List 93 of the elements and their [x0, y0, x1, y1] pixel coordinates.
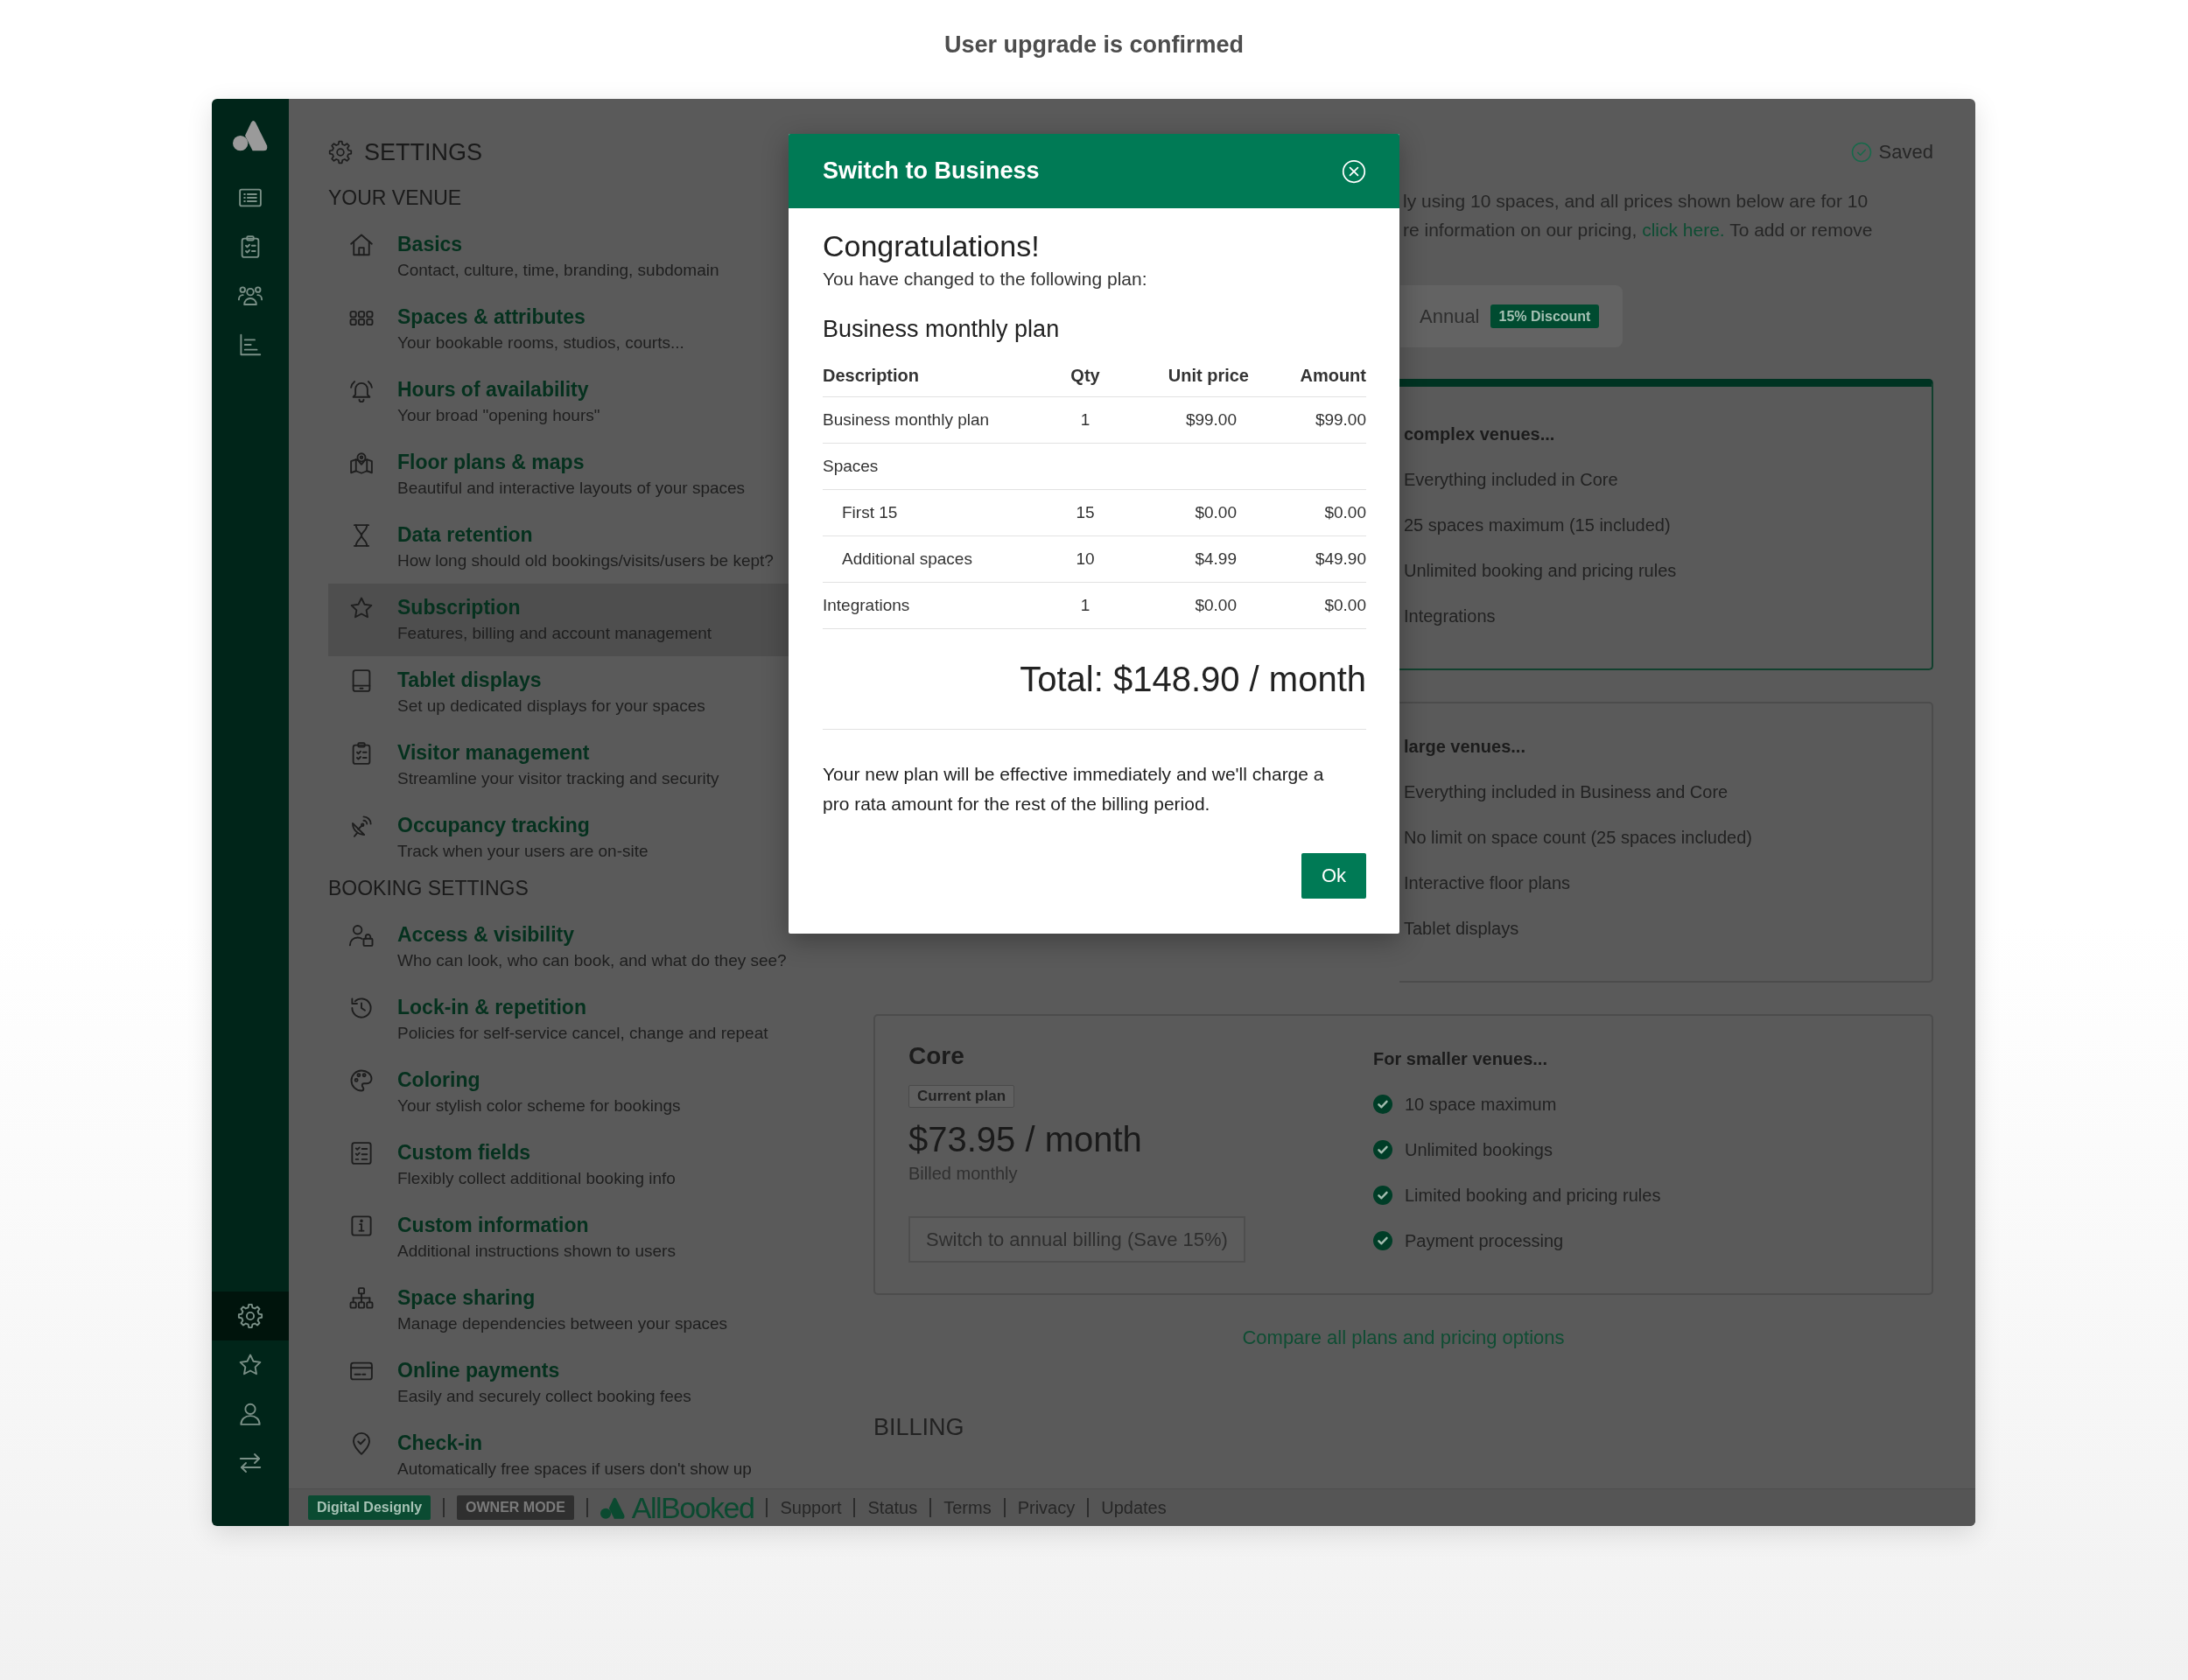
- table-cell: $0.00: [1324, 596, 1366, 615]
- table-cell: 15: [1076, 503, 1095, 522]
- settings-menu-item[interactable]: Lock-in & repetition Policies for self-service cancel, change and repeat: [328, 984, 789, 1056]
- check-icon: [1373, 1186, 1392, 1205]
- feature-text: Everything included in Business and Core: [1404, 781, 1729, 802]
- table-cell: $49.90: [1315, 550, 1366, 569]
- feature-text: Integrations: [1404, 606, 1496, 626]
- logo-icon: [600, 1495, 625, 1520]
- mode-badge: OWNER MODE: [457, 1495, 574, 1520]
- settings-menu-item[interactable]: Data retention How long should old bookings/visits/users be kept?: [328, 511, 789, 584]
- table-cell: Spaces: [823, 457, 879, 476]
- user-lock-icon: [348, 922, 375, 948]
- section-heading: BOOKING SETTINGS: [328, 876, 529, 900]
- section-heading: BILLING: [873, 1413, 964, 1441]
- info-icon: [348, 1213, 375, 1239]
- settings-menu-item[interactable]: Access & visibility Who can look, who can book, and what do they see?: [328, 911, 789, 984]
- close-button[interactable]: [1342, 158, 1366, 184]
- settings-menu-item[interactable]: Custom fields Flexibly collect additional booking info: [328, 1129, 789, 1201]
- hierarchy-icon: [348, 1285, 375, 1312]
- current-plan-badge: Current plan: [908, 1085, 1015, 1108]
- settings-menu-item[interactable]: Basics Contact, culture, time, branding, subdomain: [328, 220, 789, 293]
- column-header: Amount: [1300, 365, 1366, 386]
- feature-text: Interactive floor plans: [1404, 872, 1571, 893]
- plan-name: Business monthly plan: [823, 316, 1060, 342]
- user-icon: [237, 1401, 263, 1427]
- discount-badge: 15% Discount: [1490, 304, 1600, 328]
- plan-price: $73.95 / month: [908, 1120, 1142, 1158]
- feature-text: Unlimited booking and pricing rules: [1404, 560, 1677, 581]
- table-cell: 1: [1080, 410, 1090, 430]
- ok-button[interactable]: Ok: [1301, 853, 1366, 899]
- column-header: Qty: [1070, 365, 1100, 386]
- modal-message: Your new plan will be effective immediately and we'll charge a pro rata amount for the rest of the billing period.: [823, 763, 1325, 816]
- settings-menu-item[interactable]: Occupancy tracking Track when your users are on-site: [328, 802, 789, 874]
- feature-text: Payment processing: [1405, 1230, 1564, 1251]
- plan-tagline: complex venues...: [1404, 424, 1555, 445]
- check-icon: [1373, 1095, 1392, 1114]
- pricing-link[interactable]: click here.: [1642, 220, 1725, 240]
- feature-text: 10 space maximum: [1405, 1094, 1557, 1115]
- column-header: Description: [823, 365, 920, 386]
- settings-menu-item[interactable]: Custom information Additional instructions shown to users: [328, 1201, 789, 1274]
- settings-menu-item[interactable]: Visitor management Streamline your visitor tracking and security: [328, 729, 789, 802]
- workspace-badge: Digital Designly: [308, 1495, 431, 1520]
- settings-menu-item[interactable]: Coloring Your stylish color scheme for bookings: [328, 1056, 789, 1129]
- table-cell: $4.99: [1195, 550, 1237, 569]
- settings-heading: SETTINGS: [364, 138, 482, 166]
- bar-chart-icon: [237, 332, 263, 358]
- brand-name: AllBooked: [631, 1491, 754, 1524]
- feature-text: Unlimited bookings: [1405, 1139, 1553, 1160]
- house-icon: [348, 232, 375, 258]
- check-circle-icon: [1850, 142, 1872, 163]
- checklist-icon: [348, 1140, 375, 1166]
- table-cell: 10: [1076, 550, 1095, 569]
- section-heading: YOUR VENUE: [328, 186, 462, 210]
- table-cell: $99.00: [1315, 410, 1366, 430]
- check-icon: [1373, 1231, 1392, 1250]
- table-cell: $0.00: [1195, 503, 1237, 522]
- check-icon: [1373, 1140, 1392, 1159]
- settings-menu-item[interactable]: Spaces & attributes Your bookable rooms, studios, courts...: [328, 293, 789, 366]
- settings-menu-item[interactable]: Online payments Easily and securely collect booking fees: [328, 1347, 789, 1419]
- settings-menu-item[interactable]: Check-in Automatically free spaces if users don't show up: [328, 1419, 789, 1488]
- feature-text: Everything included in Core: [1404, 469, 1618, 490]
- modal-title: Switch to Business: [823, 158, 1040, 185]
- table-cell: $0.00: [1195, 596, 1237, 615]
- total-amount: Total: $148.90 / month: [1020, 659, 1366, 700]
- feature-text: Limited booking and pricing rules: [1405, 1185, 1661, 1206]
- settings-menu-item[interactable]: Tablet displays Set up dedicated displays for your spaces: [328, 656, 789, 729]
- settings-menu-item[interactable]: Space sharing Manage dependencies between your spaces: [328, 1274, 789, 1347]
- page-title: User upgrade is confirmed: [943, 31, 1245, 60]
- settings-menu-item[interactable]: Floor plans & maps Beautiful and interactive layouts of your spaces: [328, 438, 789, 511]
- modal-subtitle: You have changed to the following plan:: [823, 269, 1147, 289]
- sidebar-button[interactable]: [212, 1292, 289, 1340]
- plan-tagline: large venues...: [1404, 736, 1525, 758]
- modal-heading: Congratulations!: [823, 229, 1040, 262]
- table-cell: $0.00: [1324, 503, 1366, 522]
- settings-icon: [328, 140, 353, 164]
- table-cell: Additional spaces: [842, 550, 972, 569]
- map-pin-icon: [348, 450, 375, 476]
- table-cell: Integrations: [823, 596, 910, 615]
- settings-icon: [237, 1303, 263, 1329]
- table-cell: Business monthly plan: [823, 410, 990, 430]
- settings-menu-item[interactable]: Hours of availability Your broad "opening hours": [328, 366, 789, 438]
- table-cell: 1: [1080, 596, 1090, 615]
- feature-text: No limit on space count (25 spaces included): [1404, 827, 1752, 848]
- palette-icon: [348, 1068, 375, 1094]
- close-icon: [1342, 158, 1366, 184]
- compare-plans-link[interactable]: Compare all plans and pricing options: [1242, 1325, 1565, 1351]
- feature-text: Tablet displays: [1404, 918, 1519, 939]
- column-header: Unit price: [1168, 365, 1249, 386]
- plan-name: Core: [908, 1041, 964, 1071]
- plan-tagline: For smaller venues...: [1373, 1048, 1547, 1070]
- history-icon: [348, 995, 375, 1021]
- table-cell: $99.00: [1185, 410, 1237, 430]
- table-cell: First 15: [842, 503, 898, 522]
